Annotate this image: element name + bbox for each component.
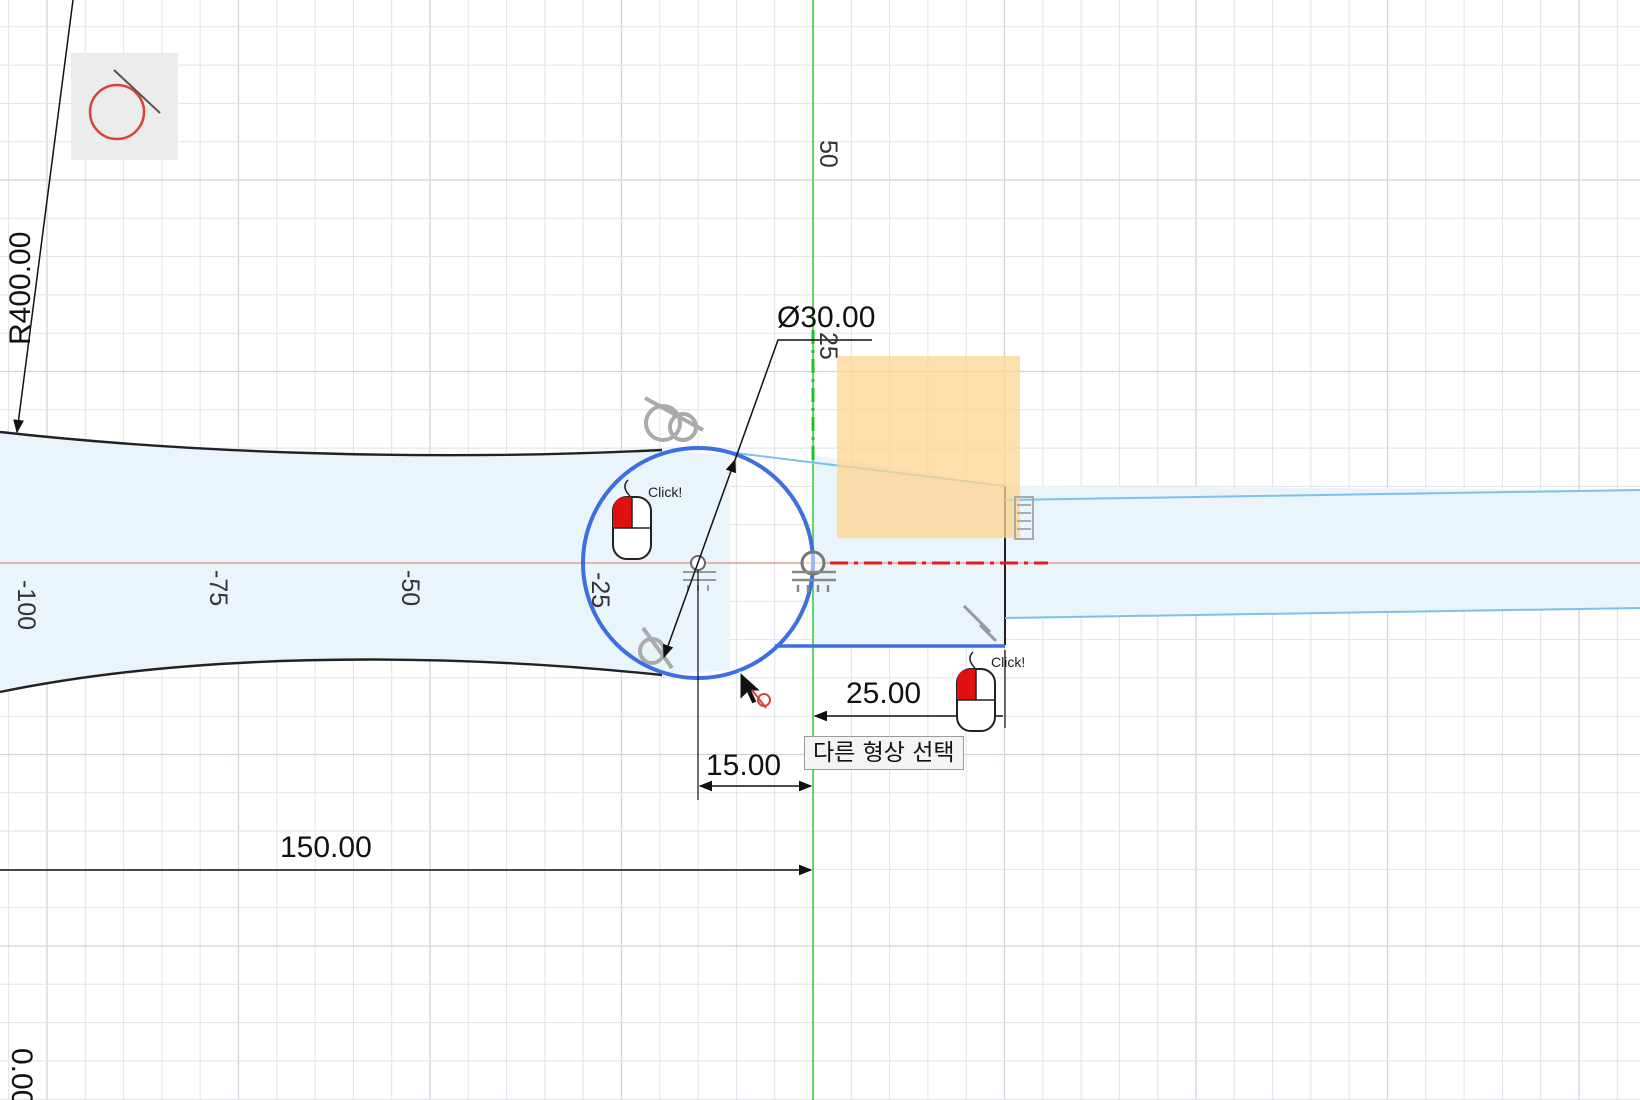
- length-150-dimension[interactable]: 150.00: [280, 831, 372, 864]
- selection-highlight: [837, 356, 1020, 538]
- width-25-dimension[interactable]: 25.00: [846, 677, 921, 710]
- origin-point[interactable]: [800, 550, 826, 576]
- x-label-minus-25: -25: [586, 572, 614, 608]
- profile-region[interactable]: [0, 432, 730, 692]
- radius-dimension[interactable]: R400.00: [4, 232, 37, 345]
- click-hint-label-line: Click!: [991, 654, 1025, 670]
- x-label-minus-50: -50: [396, 570, 424, 606]
- y-label-25: 25: [814, 332, 842, 360]
- partial-dimension[interactable]: 0.00: [5, 1048, 38, 1100]
- selection-tooltip: 다른 형상 선택: [804, 736, 964, 770]
- tangent-circle-icon: [88, 69, 161, 141]
- sketch-canvas[interactable]: R400.00 Ø30.00 25.00 15.00 150.00 0.00 -…: [0, 0, 1640, 1100]
- tangent-constraint-icon-top: [644, 396, 704, 442]
- mouse-click-hint-line: Click!: [956, 651, 1025, 732]
- offset-15-dimension[interactable]: 15.00: [706, 749, 781, 782]
- y-label-50: 50: [814, 140, 842, 168]
- diameter-dimension[interactable]: Ø30.00: [777, 301, 875, 334]
- click-hint-label-circle: Click!: [648, 484, 682, 500]
- x-label-minus-75: -75: [204, 570, 232, 606]
- active-tool-badge: [71, 53, 178, 160]
- x-label-minus-100: -100: [12, 580, 40, 630]
